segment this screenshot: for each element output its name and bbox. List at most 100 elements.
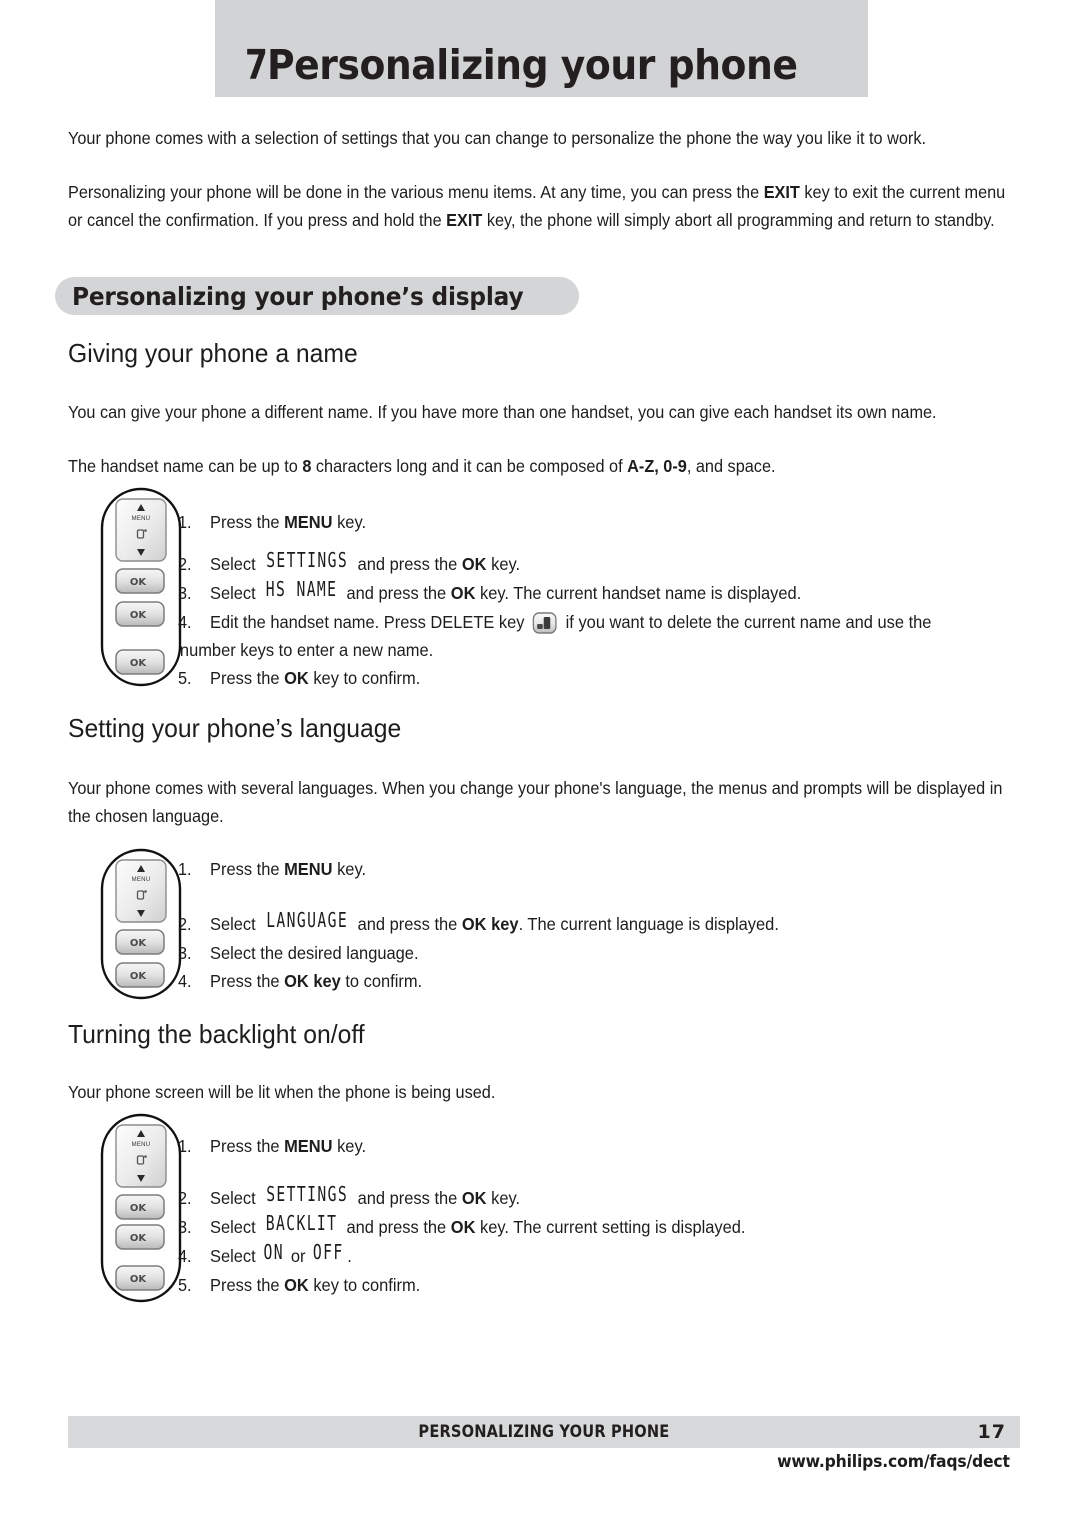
- step-text-post: .: [347, 1246, 352, 1266]
- footer-url-label: www.philips.com/faqs/dect: [777, 1452, 1010, 1472]
- step-text-post: to confirm.: [340, 971, 423, 991]
- step-text: Edit the handset name. Press DELETE key …: [180, 608, 988, 664]
- exit-key-label-2: EXIT: [446, 210, 483, 230]
- ok-key-label: OK: [461, 1188, 487, 1208]
- ok-key-label: OK: [450, 1217, 476, 1237]
- ok-key-label: OK: [284, 1275, 309, 1295]
- steps-list-giving-name: 1. Press the MENU key. 2. Select SETTING…: [178, 508, 1038, 692]
- step-text-mid: and press the: [353, 554, 462, 574]
- step-number: 3.: [178, 943, 192, 963]
- name-p2-a: The handset name can be up to: [68, 456, 303, 476]
- name-paragraph-1: You can give your phone a different name…: [68, 402, 937, 422]
- step-text-wrap: number keys to enter a new name.: [179, 640, 434, 660]
- step-text-pre: Select: [210, 1188, 261, 1208]
- step-number: 2.: [178, 914, 192, 934]
- svg-text:OK: OK: [130, 1233, 148, 1244]
- step-text-post: if you want to delete the current name a…: [561, 612, 932, 632]
- step-text-mid: and press the: [353, 914, 462, 934]
- step-text-pre: Select: [210, 554, 261, 574]
- svg-text:OK: OK: [130, 1203, 148, 1214]
- section-heading-pill: Personalizing your phone’s display: [55, 277, 580, 315]
- step-text-pre: Press the: [210, 1275, 285, 1295]
- step-text: Select the desired language.: [210, 943, 419, 963]
- step-text-post: key.: [332, 512, 367, 532]
- ok-key-3: OK: [115, 1265, 165, 1291]
- step-number: 5.: [178, 668, 192, 688]
- step-text: Press the OK key to confirm.: [210, 1271, 988, 1299]
- svg-text:OK: OK: [130, 1274, 148, 1285]
- svg-text:MENU: MENU: [132, 516, 151, 522]
- language-paragraph-1: Your phone comes with several languages.…: [68, 778, 1003, 826]
- lcd-option-off: OFF: [313, 1240, 345, 1266]
- intro-paragraph-2: Personalizing your phone will be done in…: [68, 178, 1019, 234]
- ok-key-1: OK: [115, 568, 165, 594]
- chapter-header-band: 7 Personalizing your phone: [215, 0, 868, 97]
- step-item: 5. Press the OK key to confirm.: [178, 664, 1038, 692]
- ok-key-3: OK: [115, 649, 165, 675]
- steps-list-turning-backlight: 1. Press the MENU key. 2. Select SETTING…: [178, 1132, 1038, 1299]
- phone-illustration-1: MENU OK OK OK: [100, 487, 182, 692]
- phone-illustration-2: MENU OK OK: [100, 848, 182, 1005]
- step-text-pre: Select: [210, 583, 261, 603]
- step-text-post: key.: [332, 1136, 367, 1156]
- page-number: 17: [977, 1421, 1006, 1443]
- svg-text:OK: OK: [130, 938, 148, 949]
- step-text-pre: Select: [210, 1246, 261, 1266]
- step-number: 1.: [178, 512, 192, 532]
- section-heading-label: Personalizing your phone’s display: [72, 281, 524, 311]
- language-paragraph-1-wrap: Your phone comes with several languages.…: [68, 774, 1020, 830]
- footer-title-label: PERSONALIZING YOUR PHONE: [418, 1422, 670, 1442]
- chapter-header-inner: 7 Personalizing your phone: [245, 41, 843, 89]
- ok-key-2: OK: [115, 962, 165, 988]
- intro-paragraph-1-wrap: Your phone comes with a selection of set…: [68, 124, 1020, 152]
- step-text-pre: Edit the handset name. Press DELETE key: [210, 612, 530, 632]
- phone-keys-diagram-1: MENU OK OK OK: [100, 487, 182, 687]
- step-text-mid: and press the: [341, 1217, 451, 1237]
- menu-key-label: MENU: [284, 1136, 333, 1156]
- subheading-setting-language: Setting your phone’s language: [68, 713, 402, 743]
- step-item: 5. Press the OK key to confirm.: [178, 1271, 1038, 1299]
- step-text-post: key. The current setting is displayed.: [475, 1217, 746, 1237]
- step-item: 4. Select ON or OFF.: [178, 1241, 1038, 1271]
- step-number: 3.: [178, 1217, 192, 1237]
- step-number: 2.: [178, 1188, 192, 1208]
- step-text: Press the OK key to confirm.: [210, 664, 988, 692]
- name-p2-c: characters long and it can be composed o…: [311, 456, 628, 476]
- ok-key-label: OK: [284, 668, 309, 688]
- step-text: Press the MENU key.: [210, 508, 988, 536]
- step-text-mid: and press the: [341, 583, 451, 603]
- ok-key-label: OK key: [461, 914, 519, 934]
- step-text-pre: Press the: [210, 1136, 285, 1156]
- step-text: Press the OK key to confirm.: [210, 967, 988, 995]
- svg-text:OK: OK: [130, 658, 148, 669]
- page-title: Personalizing your phone: [266, 41, 798, 89]
- step-number: 1.: [178, 1136, 192, 1156]
- footer-title: PERSONALIZING YOUR PHONE: [68, 1416, 1020, 1448]
- phone-keys-diagram-2: MENU OK OK: [100, 848, 182, 1000]
- step-item: 2. Select LANGUAGE and press the OK key.…: [178, 909, 1038, 939]
- intro-paragraph-2-wrap: Personalizing your phone will be done in…: [68, 178, 1020, 234]
- step-text: Press the MENU key.: [210, 1132, 988, 1160]
- name-paragraph-2: The handset name can be up to 8 characte…: [68, 452, 1019, 480]
- ok-key-1: OK: [115, 929, 165, 955]
- step-number: 4.: [178, 1246, 192, 1266]
- subheading-giving-name: Giving your phone a name: [68, 338, 358, 368]
- step-text-post: key to confirm.: [308, 668, 421, 688]
- step-text-post: key.: [332, 859, 367, 879]
- backlight-paragraph-1-wrap: Your phone screen will be lit when the p…: [68, 1078, 1020, 1106]
- svg-text:MENU: MENU: [132, 877, 151, 883]
- footer-url: www.philips.com/faqs/dect: [767, 1452, 1020, 1472]
- ok-key-label: OK: [461, 554, 487, 574]
- step-number: 1.: [178, 859, 192, 879]
- menu-key-label: MENU: [284, 512, 333, 532]
- backlight-paragraph-1: Your phone screen will be lit when the p…: [68, 1082, 496, 1102]
- step-text-pre: Press the: [210, 971, 285, 991]
- chapter-number: 7: [245, 41, 268, 89]
- step-text-pre: Press the: [210, 859, 285, 879]
- step-item: 4. Edit the handset name. Press DELETE k…: [178, 608, 1038, 664]
- svg-text:OK: OK: [130, 971, 148, 982]
- step-text-post: key.: [486, 554, 521, 574]
- name-p2-charset: A-Z, 0-9: [627, 456, 687, 476]
- step-text-post: key.: [486, 1188, 521, 1208]
- step-item: 1. Press the MENU key.: [178, 1132, 1038, 1160]
